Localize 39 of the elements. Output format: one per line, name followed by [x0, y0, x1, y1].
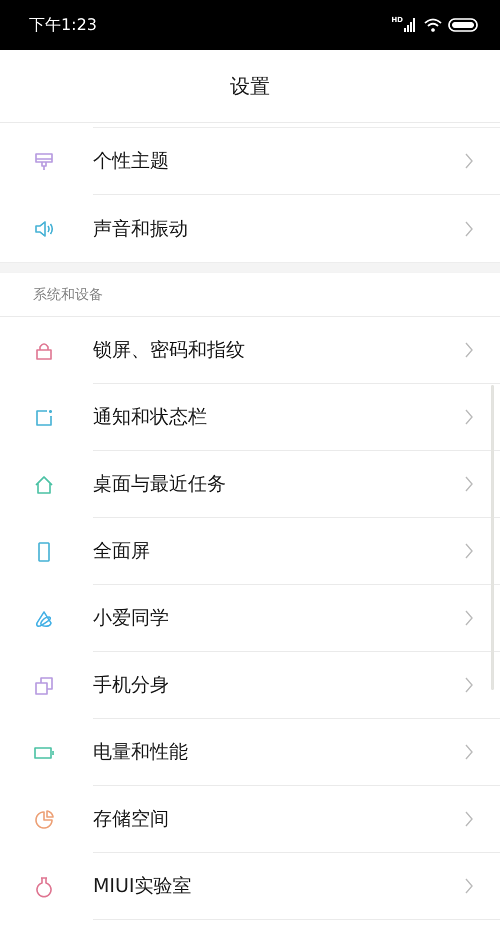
signal-icon [404, 18, 416, 32]
chevron-right-icon [464, 542, 474, 560]
chevron-right-icon [464, 408, 474, 426]
settings-item[interactable]: 个性主题 [0, 128, 500, 195]
chevron-right-icon [464, 152, 474, 170]
copy-icon [33, 674, 55, 696]
item-label: 个性主题 [93, 149, 169, 174]
flask-icon [33, 876, 55, 898]
item-label: 手机分身 [93, 673, 169, 698]
section-header: 系统和设备 [33, 286, 103, 304]
settings-item[interactable]: 电量和性能 [0, 719, 500, 786]
chevron-right-icon [464, 877, 474, 895]
item-label: 声音和振动 [93, 216, 188, 242]
item-label: 桌面与最近任务 [93, 472, 226, 497]
page-title: 设置 [230, 72, 270, 100]
chevron-right-icon [464, 676, 474, 694]
chevron-right-icon [464, 810, 474, 828]
brush-icon [33, 150, 55, 172]
settings-item[interactable]: 声音和振动 [0, 195, 500, 262]
settings-item[interactable]: MIUI实验室 [0, 853, 500, 920]
item-label: 全面屏 [93, 539, 150, 564]
chevron-right-icon [464, 743, 474, 761]
wifi-icon [424, 18, 442, 32]
settings-item[interactable]: 锁屏、密码和指纹 [0, 317, 500, 384]
item-label: 锁屏、密码和指纹 [93, 338, 245, 363]
item-label: 通知和状态栏 [93, 405, 207, 430]
chevron-right-icon [464, 609, 474, 627]
battery-icon [448, 18, 478, 32]
house-icon [33, 474, 55, 496]
chevron-right-icon [464, 341, 474, 359]
item-label: 电量和性能 [93, 740, 188, 765]
clock-time: 下午1:23 [29, 14, 97, 36]
item-label: 存储空间 [93, 807, 169, 832]
pie-icon [33, 808, 55, 830]
item-label: 小爱同学 [93, 606, 169, 631]
item-label: MIUI实验室 [93, 874, 192, 899]
chevron-right-icon [464, 475, 474, 493]
chevron-right-icon [464, 220, 474, 238]
settings-item[interactable]: 存储空间 [0, 786, 500, 853]
